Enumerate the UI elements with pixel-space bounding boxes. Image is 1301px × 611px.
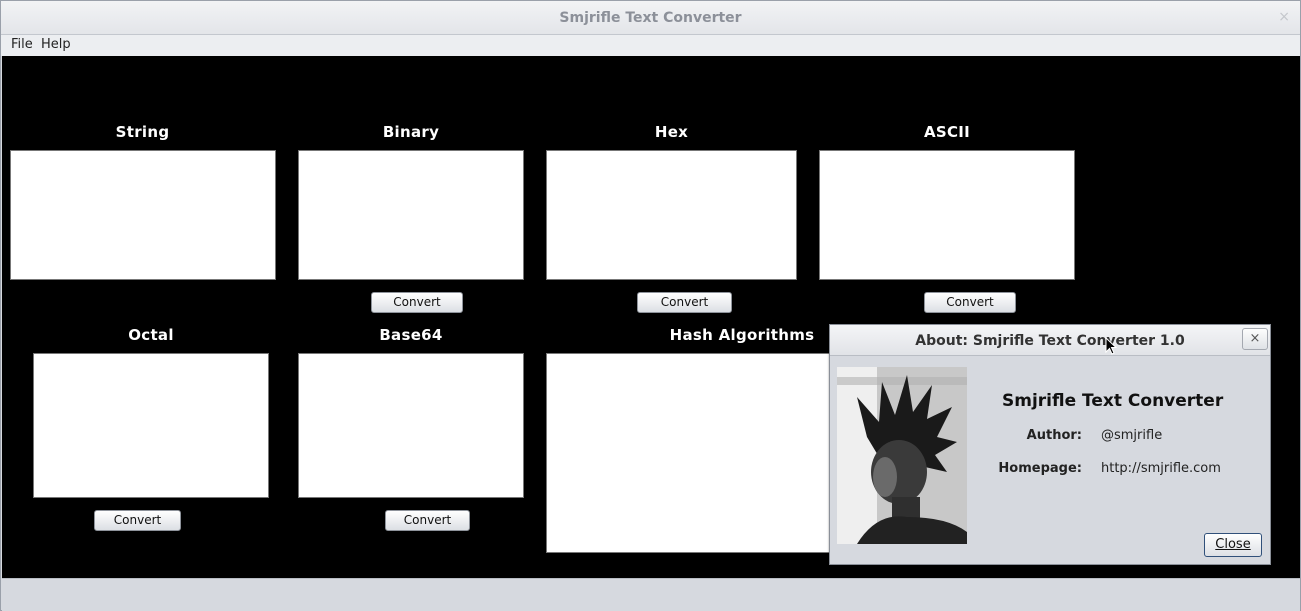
- base64-convert-button[interactable]: Convert: [385, 510, 470, 531]
- close-icon[interactable]: ×: [1278, 9, 1290, 25]
- about-close-button[interactable]: Close: [1204, 533, 1262, 557]
- close-icon[interactable]: ×: [1242, 328, 1268, 350]
- base64-textarea[interactable]: [298, 353, 524, 498]
- hash-textarea[interactable]: [546, 353, 846, 553]
- author-photo-image: [837, 367, 967, 544]
- octal-textarea[interactable]: [33, 353, 269, 498]
- octal-label: Octal: [128, 326, 174, 344]
- ascii-textarea[interactable]: [819, 150, 1075, 280]
- title-bar[interactable]: Smjrifle Text Converter ×: [1, 1, 1300, 35]
- author-label: Author:: [1026, 428, 1082, 443]
- homepage-value[interactable]: http://smjrifle.com: [1101, 461, 1221, 476]
- about-dialog-title-bar[interactable]: About: Smjrifle Text Converter 1.0 ×: [830, 325, 1270, 356]
- hex-convert-button[interactable]: Convert: [637, 292, 732, 313]
- mouse-cursor-icon: [1105, 337, 1117, 355]
- base64-label: Base64: [379, 326, 443, 344]
- octal-convert-button[interactable]: Convert: [94, 510, 181, 531]
- menu-help[interactable]: Help: [41, 37, 71, 52]
- string-textarea[interactable]: [10, 150, 276, 280]
- window-title: Smjrifle Text Converter: [559, 10, 742, 26]
- binary-convert-button[interactable]: Convert: [371, 292, 463, 313]
- string-label: String: [115, 123, 170, 141]
- hash-label: Hash Algorithms: [669, 326, 815, 344]
- about-dialog-title: About: Smjrifle Text Converter 1.0: [915, 333, 1185, 349]
- ascii-label: ASCII: [923, 123, 971, 141]
- author-value: @smjrifle: [1101, 428, 1163, 443]
- ascii-convert-button[interactable]: Convert: [924, 292, 1016, 313]
- menu-file[interactable]: File: [11, 37, 33, 52]
- about-app-name: Smjrifle Text Converter: [1002, 391, 1224, 411]
- status-bar: [2, 578, 1300, 611]
- binary-textarea[interactable]: [298, 150, 524, 280]
- hex-textarea[interactable]: [546, 150, 797, 280]
- binary-label: Binary: [382, 123, 440, 141]
- hex-label: Hex: [654, 123, 689, 141]
- homepage-label: Homepage:: [998, 461, 1082, 476]
- author-photo: [837, 367, 967, 544]
- menu-bar: File Help: [1, 35, 1300, 56]
- about-dialog: About: Smjrifle Text Converter 1.0 × Smj…: [829, 324, 1271, 565]
